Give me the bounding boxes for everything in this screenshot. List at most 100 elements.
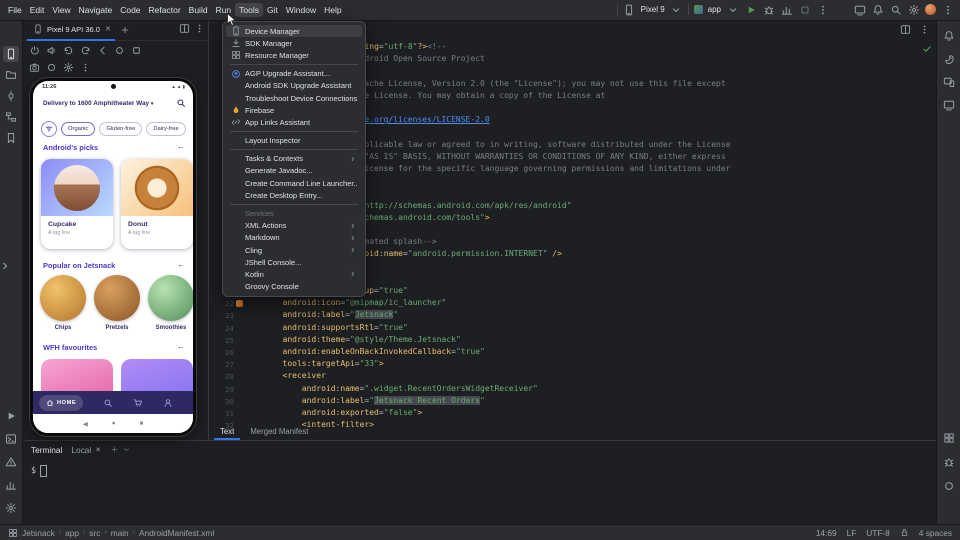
breadcrumb-item-jetsnack[interactable]: Jetsnack <box>22 528 55 538</box>
menu-window[interactable]: Window <box>282 3 320 17</box>
manifest-tab-merged-manifest[interactable]: Merged Manifest <box>244 426 314 440</box>
profile-avatar[interactable] <box>925 4 936 15</box>
tools-menu-item-resource-manager[interactable]: Resource Manager <box>226 49 362 61</box>
tools-menu-item-groovy-console[interactable]: Groovy Console <box>226 281 362 293</box>
running-devices-tool-button[interactable] <box>3 46 19 62</box>
filter-button[interactable] <box>41 121 57 137</box>
tools-menu-item-firebase[interactable]: Firebase <box>226 104 362 116</box>
tools-menu-item-cling[interactable]: Cling <box>226 244 362 256</box>
close-icon[interactable]: ✕ <box>95 446 101 454</box>
snack-circle-item-chips[interactable]: Chips <box>36 275 90 331</box>
commit-tool-button[interactable] <box>3 88 19 104</box>
close-icon[interactable]: ✕ <box>105 25 111 33</box>
device-control-power-icon[interactable] <box>27 43 42 58</box>
device-manager-tool-button[interactable] <box>941 74 957 90</box>
device-mirror-button[interactable] <box>853 3 866 16</box>
device-control-rotate-left-icon[interactable] <box>61 43 76 58</box>
terminal-tab-local[interactable]: Local ✕ <box>71 445 101 455</box>
terminal-output[interactable]: $ <box>31 465 47 477</box>
launcher-icon-preview[interactable] <box>236 300 243 307</box>
run-config-caret[interactable] <box>726 3 739 16</box>
delivery-address-button[interactable]: Delivery to 1600 Amphitheater Way ▾ <box>43 100 153 107</box>
cart-icon[interactable] <box>133 398 143 408</box>
tools-menu-item-sdk-manager[interactable]: SDK Manager <box>226 37 362 49</box>
structure-tool-button[interactable] <box>3 109 19 125</box>
manifest-tab-text[interactable]: Text <box>214 426 240 440</box>
breadcrumb-item-androidmanifest-xml[interactable]: AndroidManifest.xml <box>139 528 214 538</box>
device-control-rotate-right-icon[interactable] <box>78 43 93 58</box>
window-layout-icon[interactable] <box>8 528 18 538</box>
run-config-selector[interactable]: app <box>708 5 721 14</box>
chevron-down-icon[interactable] <box>122 445 131 454</box>
menu-git[interactable]: Git <box>263 3 282 17</box>
problems-tool-button[interactable] <box>3 454 19 470</box>
project-tool-button[interactable] <box>3 67 19 83</box>
snack-card-donut[interactable]: DonutA tag line <box>121 159 193 249</box>
tools-menu-item-jshell-console[interactable]: JShell Console... <box>226 256 362 268</box>
home-nav-icon[interactable]: ● <box>112 420 116 427</box>
profile-icon[interactable] <box>163 398 173 408</box>
tools-menu-item-markdown[interactable]: Markdown <box>226 232 362 244</box>
tools-menu-item-create-desktop-entry[interactable]: Create Desktop Entry... <box>226 189 362 201</box>
menu-file[interactable]: File <box>4 3 26 17</box>
snack-circle-item-smoothies[interactable]: Smoothies <box>144 275 193 331</box>
notifications-tool-button[interactable] <box>941 28 957 44</box>
more-run-options-button[interactable] <box>816 3 829 16</box>
menu-code[interactable]: Code <box>116 3 144 17</box>
search-icon[interactable] <box>176 98 186 108</box>
indent-indicator[interactable]: 4 spaces <box>919 528 952 538</box>
menu-help[interactable]: Help <box>320 3 345 17</box>
logcat-tool-button[interactable] <box>3 477 19 493</box>
build-variants-tool-button[interactable] <box>941 430 957 446</box>
tools-menu-item-tasks-contexts[interactable]: Tasks & Contexts <box>226 153 362 165</box>
gradle-tool-button[interactable] <box>941 51 957 67</box>
tools-menu-item-generate-javadoc[interactable]: Generate Javadoc... <box>226 165 362 177</box>
notifications-button[interactable] <box>871 3 884 16</box>
search-icon[interactable] <box>103 398 113 408</box>
arrow-icon[interactable]: ← <box>177 260 185 269</box>
device-control-gear-icon[interactable] <box>61 60 76 75</box>
more-vert-icon[interactable] <box>194 23 205 34</box>
bookmarks-tool-button[interactable] <box>3 130 19 146</box>
running-devices-mirror-button[interactable] <box>941 97 957 113</box>
run-tool-button[interactable] <box>3 408 19 424</box>
arrow-icon[interactable]: ← <box>177 342 185 351</box>
debug-button[interactable] <box>762 3 775 16</box>
nav-home-item[interactable]: HOME <box>39 395 83 411</box>
run-button[interactable] <box>744 3 757 16</box>
menu-edit[interactable]: Edit <box>26 3 49 17</box>
breadcrumb-item-app[interactable]: app <box>65 528 79 538</box>
device-control-volume-icon[interactable] <box>44 43 59 58</box>
filter-chip-organic[interactable]: Organic <box>61 122 95 136</box>
menu-tools[interactable]: Tools <box>235 3 263 17</box>
snack-card-cupcake[interactable]: CupcakeA tag line <box>41 159 113 249</box>
menu-view[interactable]: View <box>48 3 74 17</box>
tools-menu-item-troubleshoot-device-connections[interactable]: Troubleshoot Device Connections <box>226 92 362 104</box>
tools-menu-item-agp-upgrade-assistant[interactable]: AGP Upgrade Assistant... <box>226 68 362 80</box>
search-everywhere-button[interactable] <box>889 3 902 16</box>
tools-menu-item-services[interactable]: Services <box>226 207 362 219</box>
tools-menu-item-android-sdk-upgrade-assistant[interactable]: Android SDK Upgrade Assistant <box>226 80 362 92</box>
device-control-square-icon[interactable] <box>129 43 144 58</box>
stop-button[interactable] <box>798 3 811 16</box>
tools-menu-item-device-manager[interactable]: Device Manager <box>226 25 362 37</box>
emulator-screen[interactable]: 11:26 ▲▲▮ Delivery to 1600 Amphitheater … <box>33 81 193 433</box>
move-panel-icon[interactable] <box>179 23 190 34</box>
tools-menu-item-layout-inspector[interactable]: Layout Inspector <box>226 135 362 147</box>
new-terminal-button[interactable] <box>110 445 119 454</box>
snack-circle-item-pretzels[interactable]: Pretzels <box>90 275 144 331</box>
menu-build[interactable]: Build <box>185 3 212 17</box>
encoding-indicator[interactable]: UTF-8 <box>866 528 890 538</box>
device-control-more-vert-icon[interactable] <box>78 60 93 75</box>
split-editor-icon[interactable] <box>900 24 911 35</box>
device-selector[interactable]: Pixel 9 <box>641 5 665 14</box>
tools-menu-item-kotlin[interactable]: Kotlin <box>226 268 362 280</box>
menu-navigate[interactable]: Navigate <box>75 3 117 17</box>
lock-icon[interactable] <box>900 528 909 537</box>
breadcrumb-item-src[interactable]: src <box>89 528 100 538</box>
panel-expander[interactable]: › <box>0 258 10 274</box>
device-selector-icon[interactable] <box>623 3 636 16</box>
filter-chip-gluten-free[interactable]: Gluten-free <box>99 122 142 136</box>
filter-chip-dairy-free[interactable]: Dairy-free <box>146 122 185 136</box>
breadcrumb-item-main[interactable]: main <box>111 528 129 538</box>
